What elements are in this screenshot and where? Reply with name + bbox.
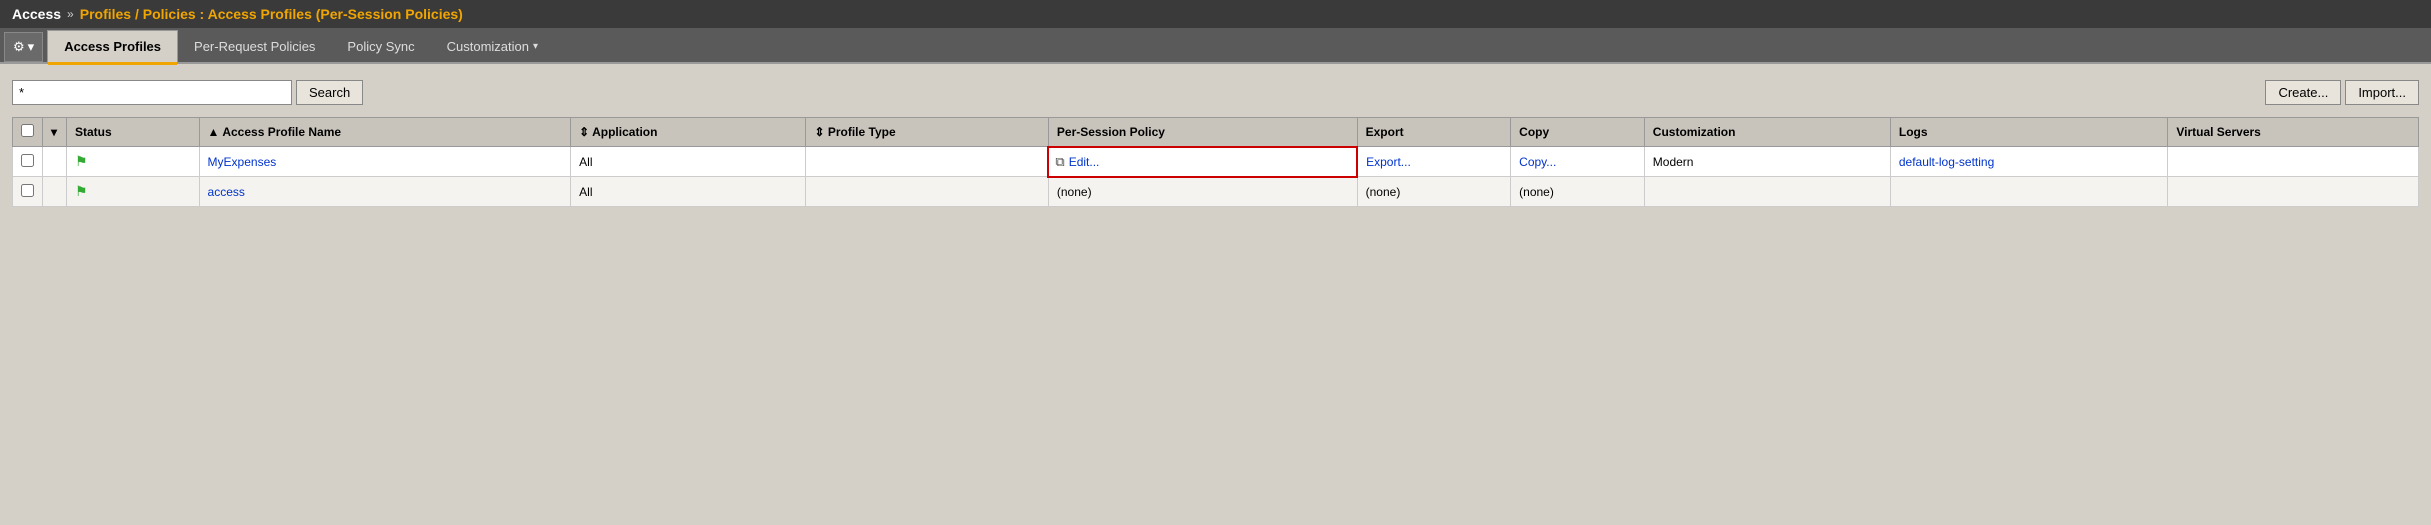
th-status-label: Status bbox=[75, 125, 112, 139]
th-profile-type[interactable]: ⇕ Profile Type bbox=[806, 118, 1048, 147]
row2-export-value: (none) bbox=[1366, 185, 1401, 199]
row1-export-link[interactable]: Export... bbox=[1366, 155, 1411, 169]
th-copy-label: Copy bbox=[1519, 125, 1549, 139]
row2-dropdown-cell bbox=[43, 177, 67, 207]
tab-customization[interactable]: Customization ▾ bbox=[431, 31, 554, 62]
th-application-sort-icon: ⇕ bbox=[579, 125, 589, 139]
nav-separator: » bbox=[67, 7, 74, 21]
row2-name-cell: access bbox=[199, 177, 571, 207]
access-profiles-table: ▾ Status ▲ Access Profile Name ⇕ Applica… bbox=[12, 117, 2419, 207]
row1-profile-type-cell bbox=[806, 147, 1048, 177]
table-header-row: ▾ Status ▲ Access Profile Name ⇕ Applica… bbox=[13, 118, 2419, 147]
row2-customization-cell bbox=[1644, 177, 1890, 207]
row1-edit-button[interactable]: ⧉ Edit... bbox=[1055, 154, 1350, 170]
row1-virtual-servers-cell bbox=[2168, 147, 2419, 177]
gear-button[interactable]: ⚙ ▾ bbox=[4, 32, 43, 62]
gear-arrow-icon: ▾ bbox=[28, 39, 35, 55]
row2-logs-cell bbox=[1890, 177, 2167, 207]
th-per-session-label: Per-Session Policy bbox=[1057, 125, 1165, 139]
row1-customization-value: Modern bbox=[1653, 155, 1694, 169]
th-export-label: Export bbox=[1366, 125, 1404, 139]
row1-copy-cell: Copy... bbox=[1511, 147, 1645, 177]
tab-per-request-label: Per-Request Policies bbox=[194, 39, 315, 54]
row1-customization-cell: Modern bbox=[1644, 147, 1890, 177]
tab-customization-label: Customization bbox=[447, 39, 529, 54]
row2-application-value: All bbox=[579, 185, 592, 199]
search-row: Search Create... Import... bbox=[12, 80, 2419, 105]
th-logs-label: Logs bbox=[1899, 125, 1928, 139]
row1-export-cell: Export... bbox=[1357, 147, 1511, 177]
search-input[interactable] bbox=[12, 80, 292, 105]
row1-copy-link[interactable]: Copy... bbox=[1519, 155, 1556, 169]
th-row-dropdown: ▾ bbox=[43, 118, 67, 147]
table-row: ⚑ MyExpenses All ⧉ Edit... bbox=[13, 147, 2419, 177]
row1-checkbox-cell bbox=[13, 147, 43, 177]
main-content: Search Create... Import... ▾ Status ▲ bbox=[0, 64, 2431, 223]
th-virtual-servers-label: Virtual Servers bbox=[2176, 125, 2261, 139]
nav-access-label: Access bbox=[12, 6, 61, 22]
search-button[interactable]: Search bbox=[296, 80, 363, 105]
tab-policy-sync[interactable]: Policy Sync bbox=[331, 31, 430, 62]
th-profile-type-label: Profile Type bbox=[828, 125, 896, 139]
row1-edit-link[interactable]: Edit... bbox=[1069, 155, 1100, 169]
row1-per-session-cell: ⧉ Edit... bbox=[1048, 147, 1357, 177]
th-per-session-policy: Per-Session Policy bbox=[1048, 118, 1357, 147]
row1-profile-name-link[interactable]: MyExpenses bbox=[208, 155, 277, 169]
import-button[interactable]: Import... bbox=[2345, 80, 2419, 105]
row2-status-cell: ⚑ bbox=[67, 177, 200, 207]
row2-checkbox-cell bbox=[13, 177, 43, 207]
tab-access-profiles[interactable]: Access Profiles bbox=[47, 30, 178, 62]
gear-icon: ⚙ bbox=[13, 39, 25, 55]
th-application-label: Application bbox=[592, 125, 657, 139]
search-left: Search bbox=[12, 80, 363, 105]
row-dropdown-icon: ▾ bbox=[51, 125, 57, 139]
th-status: Status bbox=[67, 118, 200, 147]
select-all-checkbox[interactable] bbox=[21, 124, 34, 137]
row1-checkbox[interactable] bbox=[21, 154, 34, 167]
row2-status-flag: ⚑ bbox=[75, 183, 88, 199]
row2-per-session-value: (none) bbox=[1057, 185, 1092, 199]
th-profile-type-sort-icon: ⇕ bbox=[814, 125, 824, 139]
table-row: ⚑ access All (none) (none) (non bbox=[13, 177, 2419, 207]
th-logs: Logs bbox=[1890, 118, 2167, 147]
th-checkbox bbox=[13, 118, 43, 147]
row2-application-cell: All bbox=[571, 177, 806, 207]
th-access-profile-name[interactable]: ▲ Access Profile Name bbox=[199, 118, 571, 147]
search-right: Create... Import... bbox=[2265, 80, 2419, 105]
edit-page-icon: ⧉ bbox=[1055, 154, 1064, 170]
row2-virtual-servers-cell bbox=[2168, 177, 2419, 207]
row1-logs-link[interactable]: default-log-setting bbox=[1899, 155, 1994, 169]
row2-copy-value: (none) bbox=[1519, 185, 1554, 199]
create-button[interactable]: Create... bbox=[2265, 80, 2341, 105]
th-customization-label: Customization bbox=[1653, 125, 1736, 139]
row1-logs-cell: default-log-setting bbox=[1890, 147, 2167, 177]
th-customization: Customization bbox=[1644, 118, 1890, 147]
row2-copy-cell: (none) bbox=[1511, 177, 1645, 207]
th-export: Export bbox=[1357, 118, 1511, 147]
th-name-label: Access Profile Name bbox=[222, 125, 341, 139]
th-copy: Copy bbox=[1511, 118, 1645, 147]
row2-per-session-cell: (none) bbox=[1048, 177, 1357, 207]
row1-name-cell: MyExpenses bbox=[199, 147, 571, 177]
th-application[interactable]: ⇕ Application bbox=[571, 118, 806, 147]
nav-path-label: Profiles / Policies : Access Profiles (P… bbox=[80, 6, 463, 22]
row1-dropdown-cell bbox=[43, 147, 67, 177]
tab-per-request-policies[interactable]: Per-Request Policies bbox=[178, 31, 331, 62]
row1-application-cell: All bbox=[571, 147, 806, 177]
customization-dropdown-arrow: ▾ bbox=[533, 41, 538, 52]
row2-checkbox[interactable] bbox=[21, 184, 34, 197]
th-virtual-servers: Virtual Servers bbox=[2168, 118, 2419, 147]
top-nav-bar: Access » Profiles / Policies : Access Pr… bbox=[0, 0, 2431, 28]
row2-profile-type-cell bbox=[806, 177, 1048, 207]
row1-status-flag: ⚑ bbox=[75, 153, 88, 169]
th-name-sort-icon: ▲ bbox=[208, 125, 220, 139]
tab-policy-sync-label: Policy Sync bbox=[347, 39, 414, 54]
row2-profile-name-link[interactable]: access bbox=[208, 185, 245, 199]
row2-export-cell: (none) bbox=[1357, 177, 1511, 207]
tab-access-profiles-label: Access Profiles bbox=[64, 39, 161, 54]
row1-application-value: All bbox=[579, 155, 592, 169]
tab-bar: ⚙ ▾ Access Profiles Per-Request Policies… bbox=[0, 28, 2431, 64]
row1-status-cell: ⚑ bbox=[67, 147, 200, 177]
